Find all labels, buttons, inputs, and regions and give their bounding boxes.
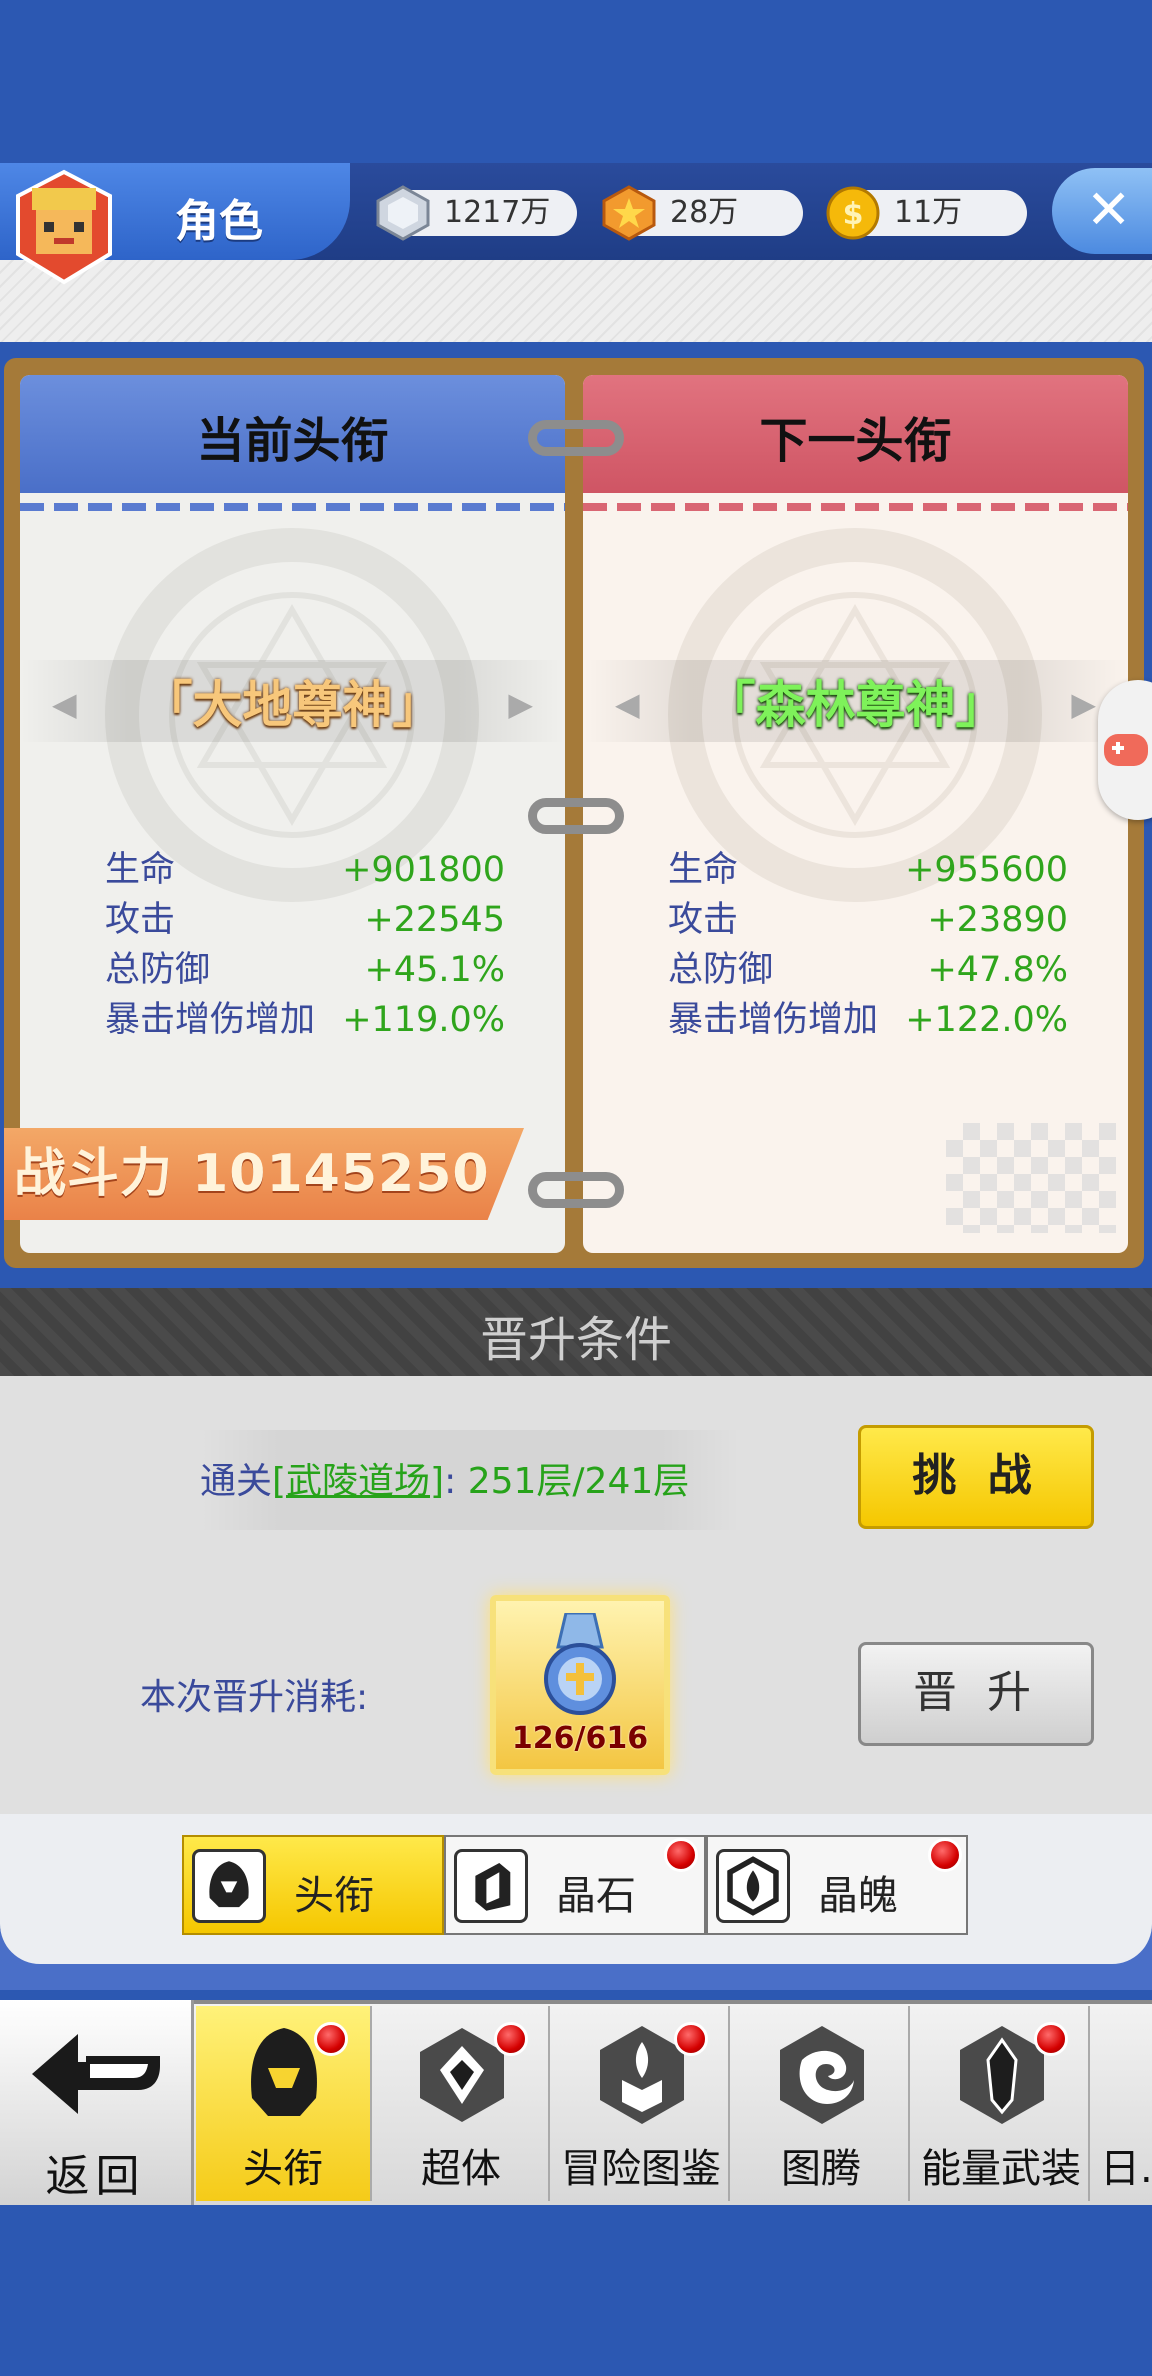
stat-value: +122.0% xyxy=(905,1000,1068,1040)
conditions-title: 晋升条件 xyxy=(479,1312,672,1368)
stat-row: 总防御 +45.1% xyxy=(105,945,505,995)
stat-label: 生命 xyxy=(668,850,739,890)
hood-icon xyxy=(192,1849,266,1923)
stat-value: +119.0% xyxy=(342,1000,505,1040)
requirement-prefix: 通关 xyxy=(200,1461,273,1502)
cost-label: 本次晋升消耗: xyxy=(140,1677,369,1718)
binder-ring xyxy=(528,798,624,834)
nav-label: 超体 xyxy=(421,2146,501,2192)
page-title: 角色 xyxy=(175,196,263,247)
combat-power-banner: 战斗力 10145250 xyxy=(4,1128,524,1220)
promote-button[interactable]: 晋 升 xyxy=(858,1642,1094,1746)
current-title-page: 当前头衔 ◀ ▶ 「大地尊神」 生命 +901800 攻击 +22545 总防御 +4… xyxy=(20,375,565,1253)
stat-value: +955600 xyxy=(905,850,1068,890)
currency-star-amount: 28万 xyxy=(670,195,739,230)
notification-dot xyxy=(664,1838,698,1872)
nav-label: 头衔 xyxy=(243,2146,323,2192)
current-title-heading: 当前头衔 xyxy=(196,413,389,469)
notification-dot xyxy=(928,1838,962,1872)
currency-silver: 1217万 xyxy=(376,185,577,241)
binder-ring xyxy=(528,420,624,456)
gold-coin-icon: $ xyxy=(826,186,880,240)
star-medal-icon xyxy=(602,185,656,241)
close-icon: ✕ xyxy=(1086,178,1132,241)
stat-row: 总防御 +47.8% xyxy=(668,945,1068,995)
currency-gold: $ 11万 xyxy=(826,186,1027,240)
nav-item-totem[interactable]: 图腾 xyxy=(734,2006,910,2201)
role-avatar-icon xyxy=(16,169,112,285)
notification-dot xyxy=(674,2022,708,2056)
requirement-text: 通关[武陵道场]: 251层/241层 xyxy=(200,1452,689,1504)
binder-ring xyxy=(528,1172,624,1208)
subtab-title[interactable]: 头衔 xyxy=(182,1835,444,1935)
nav-label: 冒险图鉴 xyxy=(561,2146,721,2192)
notification-dot xyxy=(314,2022,348,2056)
subtab-label: 头衔 xyxy=(294,1873,374,1919)
close-button[interactable]: ✕ xyxy=(1052,168,1152,254)
next-title-page: 下一头衔 ◀ ▶ 「森林尊神」 生命 +955600 攻击 +23890 总防御 +4… xyxy=(583,375,1128,1253)
stat-value: +901800 xyxy=(342,850,505,890)
subtab-label: 晶魄 xyxy=(818,1873,898,1919)
dragon-totem-icon xyxy=(780,2026,864,2124)
page-corner-pattern xyxy=(946,1123,1116,1233)
header-pattern-strip xyxy=(0,260,1152,342)
stat-row: 暴击增伤增加 +122.0% xyxy=(668,995,1068,1045)
currency-gold-amount: 11万 xyxy=(894,195,963,230)
crystal-soul-icon xyxy=(716,1849,790,1923)
currency-silver-amount: 1217万 xyxy=(444,195,551,230)
next-title-header: 下一头衔 xyxy=(583,375,1128,493)
stat-label: 攻击 xyxy=(105,900,176,940)
current-title-header: 当前头衔 xyxy=(20,375,565,493)
subtab-label: 晶石 xyxy=(556,1873,636,1919)
stat-row: 攻击 +22545 xyxy=(105,895,505,945)
nav-label: 图腾 xyxy=(781,2146,861,2192)
stat-value: +23890 xyxy=(927,900,1068,940)
next-stats-list: 生命 +955600 攻击 +23890 总防御 +47.8% 暴击增伤增加 +122.… xyxy=(668,845,1068,1045)
gamepad-icon xyxy=(1104,734,1148,766)
challenge-button[interactable]: 挑 战 xyxy=(858,1425,1094,1529)
stat-label: 总防御 xyxy=(105,950,211,990)
back-label: 返回 xyxy=(45,2151,146,2202)
nav-label: 能量武装 xyxy=(921,2146,1081,2192)
cost-count: 126/616 xyxy=(511,1721,649,1756)
cost-item-slot[interactable]: 126/616 xyxy=(490,1595,670,1775)
stat-row: 生命 +901800 xyxy=(105,845,505,895)
currency-star: 28万 xyxy=(602,185,803,241)
stat-label: 暴击增伤增加 xyxy=(668,1000,879,1040)
back-arrow-icon xyxy=(32,2034,160,2114)
stat-value: +45.1% xyxy=(364,950,505,990)
nav-label: 日... xyxy=(1100,2146,1152,2192)
stat-label: 攻击 xyxy=(668,900,739,940)
stat-label: 生命 xyxy=(105,850,176,890)
crystal-stone-icon xyxy=(454,1849,528,1923)
floating-gamepad-button[interactable] xyxy=(1098,680,1152,820)
stat-label: 暴击增伤增加 xyxy=(105,1000,316,1040)
requirement-value: 251层/241层 xyxy=(467,1461,690,1502)
dashed-divider xyxy=(20,503,565,511)
dungeon-link[interactable]: [武陵道场] xyxy=(272,1461,444,1502)
nav-item-partial[interactable]: 日... xyxy=(1094,2006,1152,2201)
current-title-name: 「大地尊神」 xyxy=(142,676,443,734)
requirement-separator: : xyxy=(444,1461,457,1502)
stat-value: +47.8% xyxy=(927,950,1068,990)
dashed-divider xyxy=(583,503,1128,511)
medal-icon xyxy=(544,1613,616,1715)
stat-label: 总防御 xyxy=(668,950,774,990)
next-title-name: 「森林尊神」 xyxy=(705,676,1006,734)
stat-row: 暴击增伤增加 +119.0% xyxy=(105,995,505,1045)
silver-coin-icon xyxy=(376,185,430,241)
stat-row: 攻击 +23890 xyxy=(668,895,1068,945)
back-button[interactable]: 返回 xyxy=(0,2000,194,2205)
next-title-heading: 下一头衔 xyxy=(759,413,952,469)
notification-dot xyxy=(1034,2022,1068,2056)
current-stats-list: 生命 +901800 攻击 +22545 总防御 +45.1% 暴击增伤增加 +119.… xyxy=(105,845,505,1045)
notification-dot xyxy=(494,2022,528,2056)
stat-row: 生命 +955600 xyxy=(668,845,1068,895)
svg-text:$: $ xyxy=(843,197,864,232)
stat-value: +22545 xyxy=(364,900,505,940)
